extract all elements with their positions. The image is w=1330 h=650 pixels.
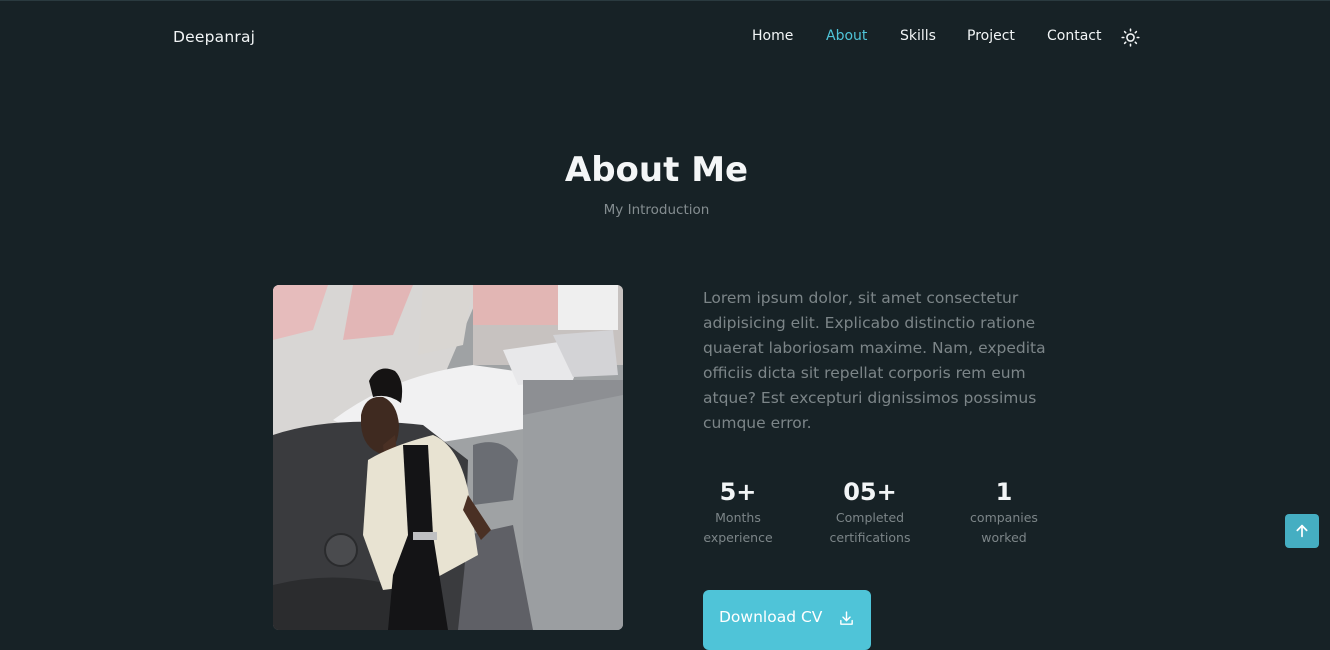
download-icon	[840, 611, 853, 625]
stat-label-line1: Months	[715, 510, 761, 525]
stat-experience: 5+ Months experience	[683, 477, 793, 548]
section-subtitle: My Introduction	[603, 202, 710, 218]
nav-home[interactable]: Home	[752, 28, 793, 44]
stat-number: 05+	[843, 478, 897, 506]
sun-icon	[1121, 28, 1140, 47]
stat-label-line1: Completed	[835, 510, 905, 525]
stat-companies: 1 companies worked	[949, 477, 1059, 548]
stat-certifications: 05+ Completed certifications	[815, 477, 925, 548]
about-description: Lorem ipsum dolor, sit amet consectetur …	[703, 289, 1046, 432]
theme-toggle-button[interactable]	[1121, 28, 1140, 47]
nav-skills[interactable]: Skills	[900, 28, 936, 44]
download-cv-button[interactable]: Download CV	[703, 590, 871, 650]
stat-number: 5+	[719, 478, 757, 506]
stat-number: 1	[995, 478, 1013, 506]
section-title: About Me	[564, 150, 749, 190]
download-cv-label: Download CV	[719, 608, 823, 626]
nav-contact[interactable]: Contact	[1047, 28, 1101, 44]
site-header: Deepanraj Home About Skills Project Cont…	[0, 1, 1330, 73]
stat-label-line2: experience	[703, 530, 773, 545]
nav-project[interactable]: Project	[967, 28, 1015, 44]
stat-label-line2: certifications	[829, 530, 911, 545]
arrow-up-icon	[1296, 524, 1308, 538]
scroll-up-button[interactable]	[1285, 514, 1319, 548]
stat-label-line1: companies	[970, 510, 1038, 525]
nav-about[interactable]: About	[826, 28, 867, 44]
stat-label-line2: worked	[981, 530, 1027, 545]
profile-photo	[273, 285, 623, 630]
